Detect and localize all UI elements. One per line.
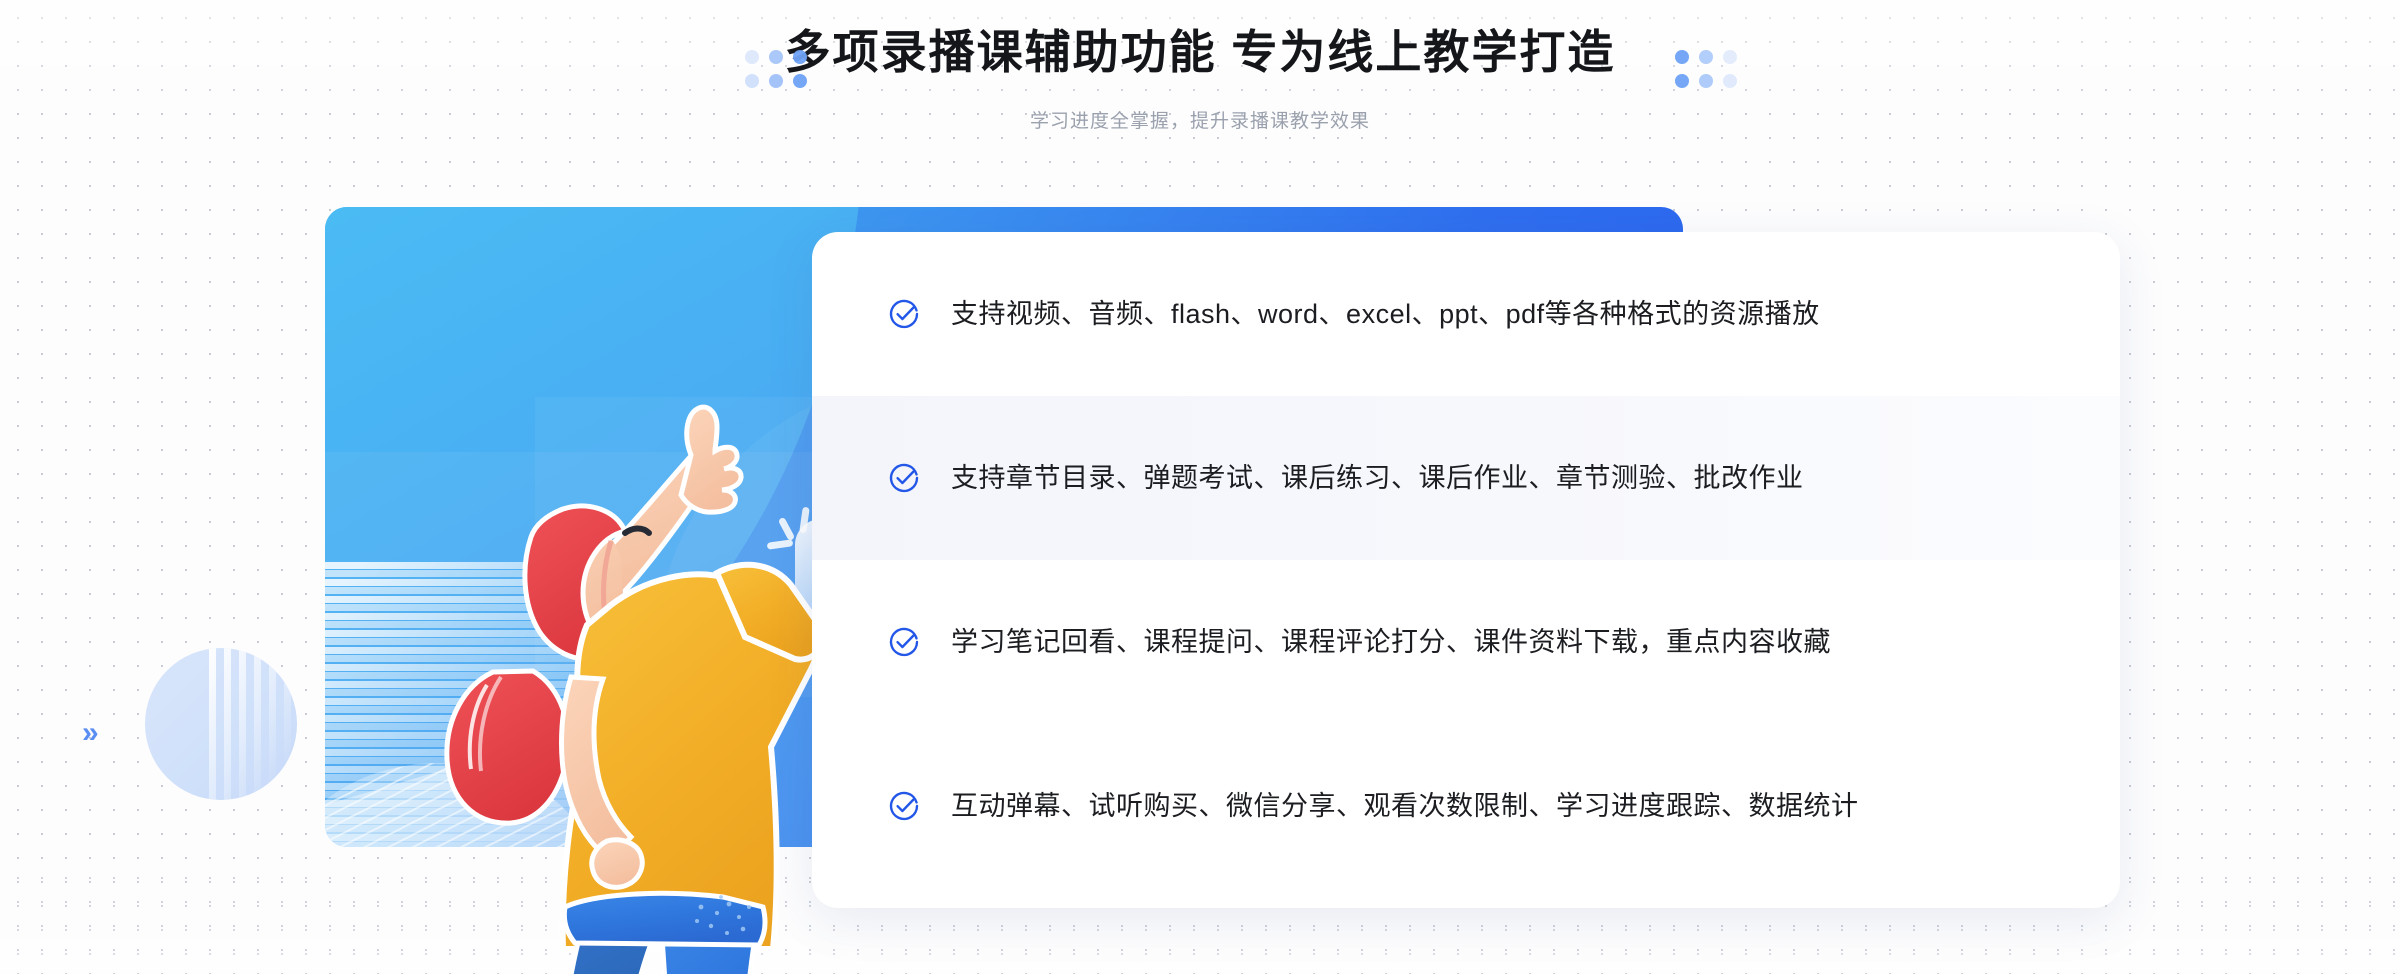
dot-grid-right-icon xyxy=(1675,50,1737,88)
feature-list: 支持视频、音频、flash、word、excel、ppt、pdf等各种格式的资源… xyxy=(812,232,2120,908)
circle-check-icon xyxy=(889,299,919,329)
feature-text-4: 互动弹幕、试听购买、微信分享、观看次数限制、学习进度跟踪、数据统计 xyxy=(951,791,1859,821)
double-chevron-right-icon: » xyxy=(82,716,99,749)
feature-card: 支持视频、音频、flash、word、excel、ppt、pdf等各种格式的资源… xyxy=(812,232,2120,908)
dot-grid-left-icon xyxy=(745,50,807,88)
feature-text-2: 支持章节目录、弹题考试、课后练习、课后作业、章节测验、批改作业 xyxy=(951,463,1804,493)
page-subtitle: 学习进度全掌握，提升录播课教学效果 xyxy=(1029,111,1370,132)
page-title: 多项录播课辅助功能 专为线上教学打造 xyxy=(784,26,1616,78)
circle-check-icon xyxy=(889,463,919,493)
feature-text-3: 学习笔记回看、课程提问、课程评论打分、课件资料下载，重点内容收藏 xyxy=(951,627,1831,657)
feature-row-3[interactable]: 学习笔记回看、课程提问、课程评论打分、课件资料下载，重点内容收藏 xyxy=(812,560,2120,724)
feature-text-1: 支持视频、音频、flash、word、excel、ppt、pdf等各种格式的资源… xyxy=(951,299,1820,329)
feature-row-4[interactable]: 互动弹幕、试听购买、微信分享、观看次数限制、学习进度跟踪、数据统计 xyxy=(812,724,2120,888)
feature-section: 多项录播课辅助功能 专为线上教学打造 学习进度全掌握，提升录播课教学效果 » « xyxy=(0,0,2400,974)
circle-check-icon xyxy=(889,791,919,821)
feature-row-2[interactable]: 支持章节目录、弹题考试、课后练习、课后作业、章节测验、批改作业 xyxy=(812,396,2120,560)
circle-check-icon xyxy=(889,627,919,657)
sparkle-line-2-icon xyxy=(777,516,796,542)
striped-circle-decoration xyxy=(145,648,297,800)
feature-row-1[interactable]: 支持视频、音频、flash、word、excel、ppt、pdf等各种格式的资源… xyxy=(812,232,2120,396)
section-header: 多项录播课辅助功能 专为线上教学打造 学习进度全掌握，提升录播课教学效果 xyxy=(0,0,2400,160)
sparkle-line-3-icon xyxy=(766,539,794,550)
